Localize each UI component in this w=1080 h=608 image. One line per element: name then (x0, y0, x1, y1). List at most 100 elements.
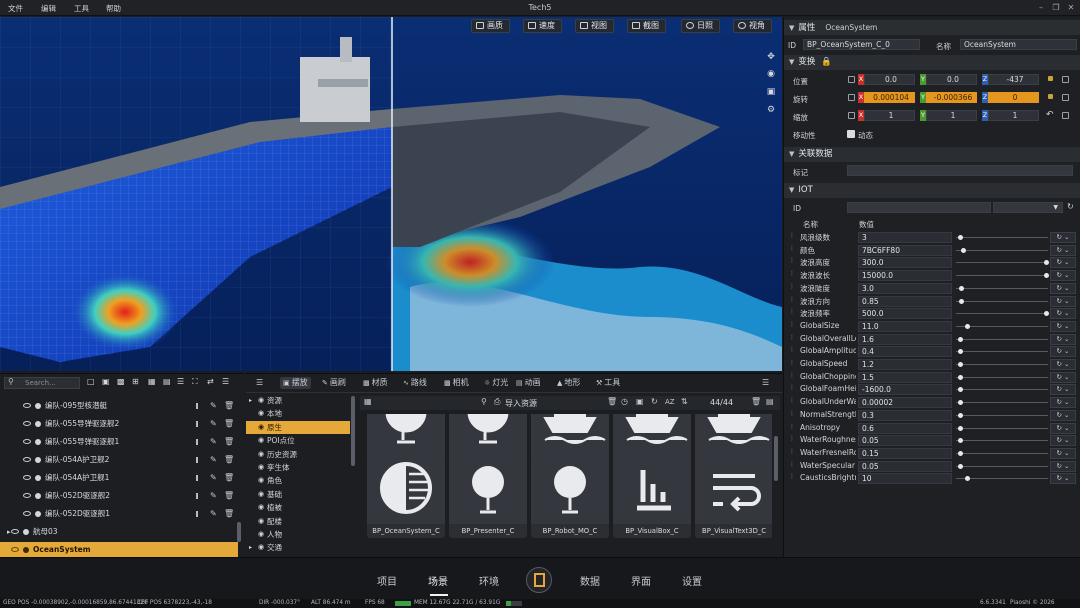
mobility-checkbox[interactable] (847, 130, 855, 138)
visibility-icon[interactable] (23, 421, 31, 426)
category-item[interactable]: ◉ 本地 (246, 407, 350, 420)
iot-param-control[interactable]: ↻ ⌄ (1050, 359, 1076, 370)
visibility-icon[interactable] (23, 457, 31, 462)
tab-route[interactable]: ∿ 路线 (403, 377, 427, 389)
home-logo-button[interactable] (526, 567, 552, 593)
scene-viewport[interactable]: 画质 速度 视图 截图 日照 视角 ✥ ◉ ▣ ⚙ (0, 17, 782, 371)
visibility-icon[interactable] (11, 529, 19, 534)
slider-knob[interactable] (957, 400, 963, 406)
align-icon[interactable] (196, 439, 203, 445)
drag-handle-icon[interactable]: ⋮ (789, 232, 795, 239)
slider-knob[interactable] (1044, 260, 1050, 266)
tree-row[interactable]: 编队-054A护卫舰1 ✎ 🗑 (0, 470, 238, 486)
sort-icon[interactable]: ⇅ (681, 397, 688, 406)
visibility-icon[interactable] (11, 547, 19, 552)
iot-param-control[interactable]: ↻ ⌄ (1050, 447, 1076, 459)
globe-icon[interactable]: ◉ (765, 68, 777, 80)
nav-settings[interactable]: 设置 (682, 573, 702, 588)
iot-param-control[interactable]: ↻ ⌄ (1050, 232, 1076, 243)
iot-param-control[interactable]: ↻ ⌄ (1050, 308, 1076, 320)
iot-param-control[interactable]: ↻ ⌄ (1050, 346, 1076, 358)
tree-row[interactable]: OceanSystem (0, 542, 238, 558)
iot-param-value[interactable]: 7BC6FF80 (858, 244, 952, 256)
iot-param-control[interactable]: ↻ ⌄ (1050, 435, 1076, 447)
iot-param-value[interactable]: 0.85 (858, 295, 952, 307)
category-scrollbar[interactable] (351, 396, 355, 466)
iot-param-value[interactable]: 10 (858, 473, 952, 485)
category-item[interactable]: ◉ 配楼 (246, 515, 350, 528)
drag-handle-icon[interactable]: ⋮ (789, 448, 795, 455)
drag-handle-icon[interactable]: ⋮ (789, 397, 795, 404)
drag-handle-icon[interactable]: ⋮ (789, 384, 795, 391)
category-item[interactable]: ◉ 基础 (246, 488, 350, 501)
align-icon[interactable] (196, 457, 203, 463)
edit-icon[interactable]: ✎ (210, 455, 217, 465)
iot-param-value[interactable]: 0.15 (858, 447, 952, 459)
iot-param-control[interactable]: ↻ ⌄ (1050, 409, 1076, 421)
delete-icon[interactable]: 🗑 (224, 401, 234, 411)
iot-param-slider[interactable] (956, 237, 1048, 238)
align-icon[interactable] (196, 421, 203, 427)
focus-icon[interactable]: ⛶ (192, 377, 198, 389)
import-resource-button[interactable]: 导入资源 (505, 398, 537, 409)
delete-icon[interactable]: 🗑 (224, 491, 234, 501)
tag-field[interactable] (847, 165, 1073, 176)
align-icon[interactable] (196, 475, 203, 481)
category-item[interactable]: ▸ ◉ 交通 (246, 541, 350, 554)
slider-knob[interactable] (1044, 311, 1050, 317)
slider-knob[interactable] (957, 336, 963, 342)
tree-row[interactable]: 编队-052D驱逐舰1 ✎ 🗑 (0, 506, 238, 522)
refresh-icon[interactable]: ↻ (651, 397, 658, 406)
slider-knob[interactable] (957, 438, 963, 444)
rotation-z-field[interactable]: 0 (988, 92, 1039, 103)
iot-param-control[interactable]: ↻ ⌄ (1050, 460, 1076, 472)
category-item[interactable]: ◉ 历史资源 (246, 448, 350, 461)
slider-knob[interactable] (1044, 273, 1050, 279)
slider-knob[interactable] (957, 374, 963, 380)
iot-param-value[interactable]: 0.00002 (858, 397, 952, 409)
slider-knob[interactable] (957, 387, 963, 393)
visibility-icon[interactable] (23, 511, 31, 516)
tree-scrollbar[interactable] (237, 522, 241, 542)
tree-row[interactable]: 编队-052D驱逐舰2 ✎ 🗑 (0, 488, 238, 504)
iot-param-value[interactable]: 300.0 (858, 257, 952, 269)
expand-arrow-icon[interactable]: ▸ (249, 394, 252, 407)
slider-knob[interactable] (960, 247, 966, 253)
drag-handle-icon[interactable]: ⋮ (789, 334, 795, 341)
rotation-y-field[interactable]: -0.000366 (926, 92, 977, 103)
delete-icon[interactable]: 🗑 (224, 473, 234, 483)
category-item[interactable]: ◉ 人物 (246, 528, 350, 541)
asset-card[interactable]: BP_Robot_MO_C (531, 456, 609, 538)
scale-x-field[interactable]: 1 (864, 110, 915, 121)
iot-param-value[interactable]: 0.05 (858, 435, 952, 447)
asset-card[interactable]: BP_OceanSystem_C (367, 456, 445, 538)
iot-param-slider[interactable] (956, 440, 1048, 442)
refresh-icon[interactable]: ↻ (1067, 202, 1074, 211)
position-y-field[interactable]: 0.0 (926, 74, 977, 85)
copy-icon[interactable] (1062, 94, 1069, 101)
iot-param-control[interactable]: ↻ ⌄ (1050, 282, 1076, 294)
iot-param-control[interactable]: ↻ ⌄ (1050, 397, 1076, 409)
iot-param-control[interactable]: ↻ ⌄ (1050, 473, 1076, 485)
iot-param-control[interactable]: ↻ ⌄ (1050, 333, 1076, 345)
iot-param-slider[interactable] (956, 338, 1048, 340)
iot-param-value[interactable]: 11.0 (858, 320, 952, 332)
slider-knob[interactable] (965, 323, 970, 329)
keyframe-icon[interactable] (1048, 94, 1053, 99)
iot-param-value[interactable]: 1.5 (858, 371, 952, 383)
iot-param-value[interactable]: 0.3 (858, 409, 952, 421)
scale-y-field[interactable]: 1 (926, 110, 977, 121)
tree-row[interactable]: 编队-055导弹驱逐舰1 ✎ 🗑 (0, 434, 238, 450)
iot-param-value[interactable]: 3.0 (858, 282, 952, 294)
camera-icon[interactable]: ▩ (117, 377, 125, 389)
iot-param-slider[interactable] (956, 262, 1048, 264)
slider-knob[interactable] (957, 463, 963, 469)
iot-param-value[interactable]: 500.0 (858, 308, 952, 320)
folder-icon[interactable]: □ (87, 377, 95, 389)
iot-param-slider[interactable] (956, 351, 1048, 353)
sun-button[interactable]: 日照 (681, 19, 720, 33)
sort-az-icon[interactable]: AZ (665, 398, 675, 406)
category-item[interactable]: ◉ 植被 (246, 501, 350, 514)
tab-tool[interactable]: ⚒ 工具 (596, 377, 620, 389)
iot-param-control[interactable]: ↻ ⌄ (1050, 371, 1076, 383)
